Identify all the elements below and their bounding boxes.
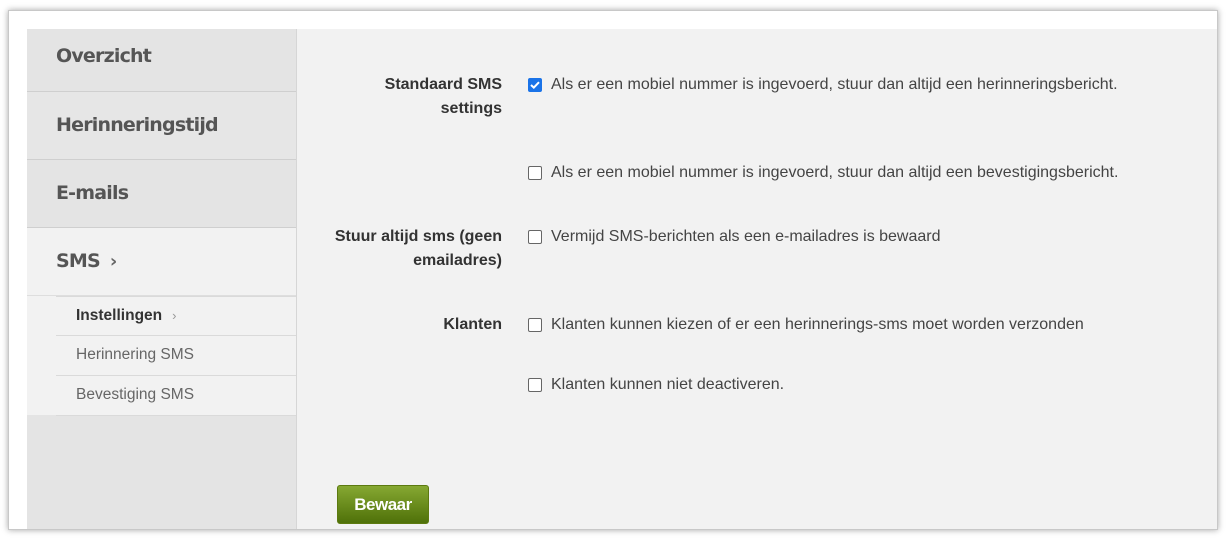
label-line: Klanten [443,316,502,333]
subnav-item-label: Instellingen [76,307,163,324]
checkbox-label: Als er een mobiel nummer is ingevoerd, s… [551,76,1118,93]
customers-label: Klanten [443,313,502,337]
label-line: Standaard SMS [384,76,502,93]
label-line: Stuur altijd sms (geen [334,228,502,245]
sidebar: Overzicht Herinneringstijd E-mails SMS › … [27,29,297,529]
checkbox-label: Vermijd SMS-berichten als een e-mailadre… [551,228,941,245]
settings-form: Standaard SMS settings Als er een mobiel… [297,29,1217,529]
standard-sms-label: Standaard SMS settings [385,73,502,121]
reminder-always-checkbox-row[interactable]: Als er een mobiel nummer is ingevoerd, s… [528,76,1118,94]
checkbox-label: Klanten kunnen niet deactiveren. [551,376,785,393]
sidebar-item-overzicht[interactable]: Overzicht [27,29,296,92]
subnav-item-label: Bevestiging SMS [76,386,195,403]
sidebar-filler [27,416,296,529]
chevron-right-icon: › [109,251,118,272]
subnav-item-bevestiging-sms[interactable]: Bevestiging SMS [56,375,296,416]
sidebar-item-label: Overzicht [56,45,152,67]
sms-subnav: Instellingen › Herinnering SMS Bevestigin… [27,296,296,416]
sidebar-item-label: Herinneringstijd [56,114,219,136]
sidebar-item-emails[interactable]: E-mails [27,160,296,228]
always-sms-label: Stuur altijd sms (geen emailadres) [335,225,502,273]
sidebar-item-label: SMS [56,250,101,272]
checkbox-icon[interactable] [528,230,542,244]
label-line: emailadres) [413,252,502,269]
chevron-right-icon: › [172,308,177,323]
avoid-sms-checkbox-row[interactable]: Vermijd SMS-berichten als een e-mailadre… [528,228,941,246]
subnav-item-instellingen[interactable]: Instellingen › [56,296,296,335]
subnav-item-herinnering-sms[interactable]: Herinnering SMS [56,335,296,374]
confirmation-always-checkbox-row[interactable]: Als er een mobiel nummer is ingevoerd, s… [528,164,1118,182]
sidebar-item-sms[interactable]: SMS › [27,228,296,296]
label-line: settings [440,100,502,117]
customers-choose-checkbox-row[interactable]: Klanten kunnen kiezen of er een herinner… [528,316,1084,334]
checkbox-checked-icon[interactable] [528,78,542,92]
app-frame: Overzicht Herinneringstijd E-mails SMS › … [8,10,1218,530]
customers-no-deactivate-checkbox-row[interactable]: Klanten kunnen niet deactiveren. [528,376,784,394]
save-button[interactable]: Bewaar [337,485,429,524]
subnav-item-label: Herinnering SMS [76,346,195,363]
sidebar-item-herinneringstijd[interactable]: Herinneringstijd [27,92,296,160]
content-area: Overzicht Herinneringstijd E-mails SMS › … [27,29,1217,529]
checkbox-label: Klanten kunnen kiezen of er een herinner… [551,316,1084,333]
checkbox-icon[interactable] [528,378,542,392]
checkbox-icon[interactable] [528,318,542,332]
checkbox-icon[interactable] [528,166,542,180]
checkbox-label: Als er een mobiel nummer is ingevoerd, s… [551,164,1119,181]
sidebar-item-label: E-mails [56,182,129,204]
